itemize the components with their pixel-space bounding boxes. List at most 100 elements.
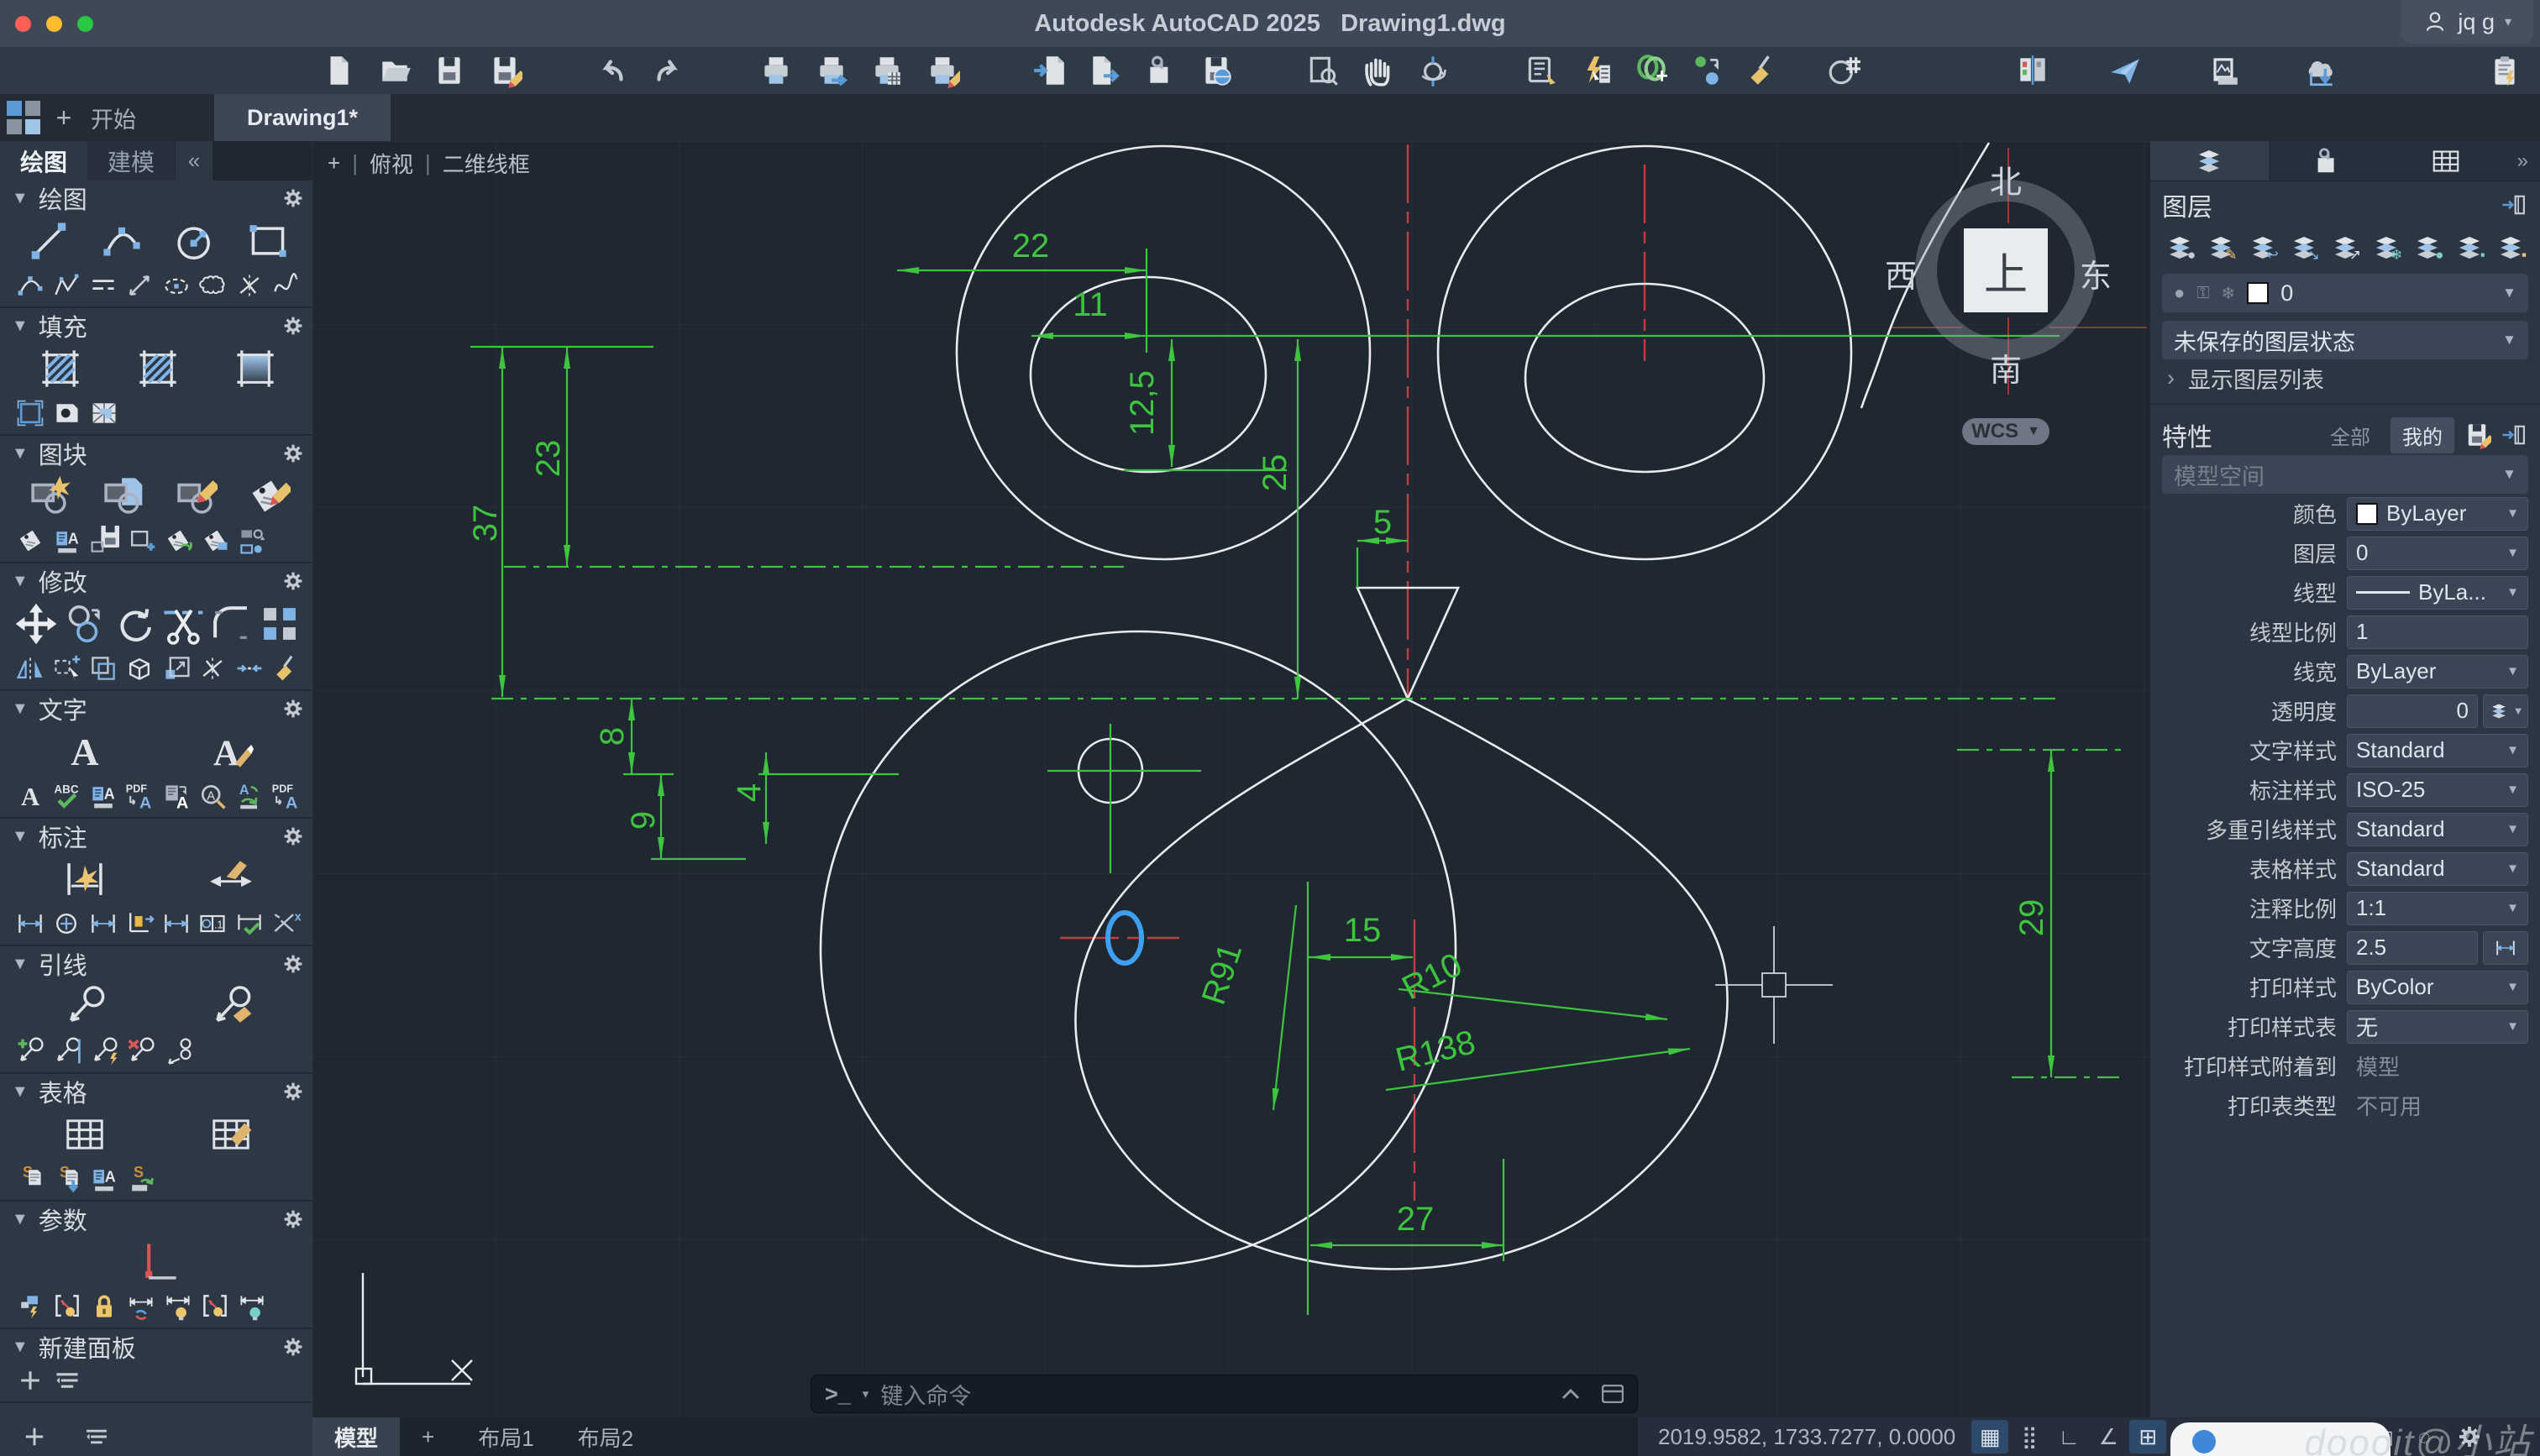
section-settings-gear-icon[interactable] bbox=[282, 443, 304, 464]
section-settings-gear-icon[interactable] bbox=[282, 1081, 304, 1102]
panel-list-tool[interactable] bbox=[49, 1363, 86, 1398]
layout-tab-布局2[interactable]: 布局2 bbox=[556, 1417, 655, 1456]
layer-lock-button[interactable]: ▪ bbox=[2452, 230, 2487, 265]
section-settings-gear-icon[interactable] bbox=[282, 315, 304, 337]
layer-unlock-button[interactable]: ▪ bbox=[2493, 230, 2528, 265]
section-settings-gear-icon[interactable] bbox=[282, 698, 304, 720]
panel-plus-tool[interactable] bbox=[12, 1363, 49, 1398]
spline-tool[interactable] bbox=[268, 268, 305, 303]
filter-all-button[interactable]: 全部 bbox=[2318, 417, 2382, 453]
tab-sheets[interactable] bbox=[2387, 141, 2506, 181]
hide-constraints-tool[interactable] bbox=[197, 1289, 234, 1324]
property-value-打印样式[interactable]: ByColor ▼ bbox=[2347, 970, 2528, 1004]
viewcube-east[interactable]: 东 bbox=[2080, 250, 2112, 296]
section-settings-gear-icon[interactable] bbox=[282, 1208, 304, 1230]
property-value-线型比例[interactable]: 1 bbox=[2347, 615, 2528, 649]
command-panel-icon[interactable] bbox=[1602, 1385, 1624, 1403]
viewcube-south[interactable]: 南 bbox=[1990, 344, 2022, 390]
single-text-tool[interactable] bbox=[12, 778, 49, 814]
section-collapse-caret[interactable]: ▼ bbox=[12, 827, 29, 846]
panel-list-icon[interactable] bbox=[82, 1422, 111, 1451]
transparency-layer-icon[interactable]: ▼ bbox=[2483, 694, 2528, 728]
gradient-tool[interactable] bbox=[207, 342, 304, 395]
table-style-tool[interactable] bbox=[158, 1108, 304, 1161]
tab-layers[interactable] bbox=[2150, 141, 2269, 181]
snapshot-button[interactable] bbox=[2202, 50, 2244, 92]
dim-linear-tool[interactable] bbox=[12, 906, 49, 941]
property-value-透明度[interactable]: 0 bbox=[2347, 694, 2478, 728]
hatch-edit-tool[interactable] bbox=[109, 342, 207, 395]
break-x-tool[interactable] bbox=[195, 651, 232, 686]
sheet-set-button[interactable] bbox=[1824, 50, 1866, 92]
trim-tool[interactable] bbox=[158, 597, 207, 651]
view-cube[interactable]: 上 北 南 西 东 bbox=[1885, 165, 2112, 389]
command-history-caret[interactable]: ▾ bbox=[863, 1386, 869, 1401]
property-value-颜色[interactable]: ByLayer ▼ bbox=[2347, 496, 2528, 531]
arc-elbow-tool[interactable] bbox=[12, 268, 49, 303]
orbit-button[interactable] bbox=[1412, 50, 1454, 92]
block-edit-tool[interactable] bbox=[158, 469, 231, 523]
layer-color-swatch[interactable] bbox=[2247, 282, 2270, 304]
aligned-param-tool[interactable] bbox=[160, 1289, 197, 1324]
layer-previous-button[interactable]: ↩ bbox=[2244, 230, 2280, 265]
layer-isolate-button[interactable]: ↘ bbox=[2286, 230, 2322, 265]
app-menu-icon[interactable] bbox=[7, 101, 40, 134]
dim-break-tool[interactable] bbox=[268, 906, 305, 941]
layout-tab-布局1[interactable]: 布局1 bbox=[456, 1417, 555, 1456]
redo-button[interactable] bbox=[647, 50, 689, 92]
layer-unisolate-button[interactable]: ↗ bbox=[2327, 230, 2363, 265]
dimension-tool[interactable] bbox=[12, 852, 158, 906]
wipeout-tool[interactable] bbox=[86, 395, 123, 431]
tag-tool[interactable] bbox=[12, 523, 49, 558]
line-tool[interactable] bbox=[12, 214, 85, 268]
table-column-tool[interactable] bbox=[86, 1161, 123, 1197]
undo-button[interactable] bbox=[591, 50, 633, 92]
scale-tool[interactable] bbox=[158, 651, 195, 686]
attribute-manage-tool[interactable] bbox=[197, 523, 234, 558]
command-expand-icon[interactable] bbox=[1561, 1387, 1580, 1401]
save-button[interactable] bbox=[428, 50, 470, 92]
dim-style-tool[interactable] bbox=[158, 852, 304, 906]
layer-states-dropdown[interactable]: 未保存的图层状态 ▼ bbox=[2162, 321, 2528, 359]
mtext-tool[interactable] bbox=[12, 725, 158, 778]
layer-off-button[interactable]: ● bbox=[2410, 230, 2445, 265]
section-collapse-caret[interactable]: ▼ bbox=[12, 1210, 29, 1229]
layout-tab-模型[interactable]: 模型 bbox=[312, 1417, 401, 1456]
purge-button[interactable] bbox=[1740, 50, 1782, 92]
panel-pin-icon[interactable] bbox=[2500, 191, 2528, 219]
zoom-window-button[interactable] bbox=[1302, 50, 1344, 92]
new-button[interactable] bbox=[318, 50, 360, 92]
tab-xref[interactable] bbox=[2269, 141, 2387, 181]
ellipse-tool[interactable] bbox=[158, 268, 195, 303]
section-settings-gear-icon[interactable] bbox=[282, 187, 304, 209]
attach-button[interactable] bbox=[1140, 50, 1182, 92]
filter-mine-button[interactable]: 我的 bbox=[2390, 416, 2454, 453]
export-button[interactable] bbox=[1084, 50, 1126, 92]
drawing-compare-button[interactable] bbox=[2012, 50, 2054, 92]
geolocation-button[interactable] bbox=[1630, 50, 1672, 92]
multiline-tool[interactable] bbox=[85, 268, 122, 303]
layer-properties-button[interactable]: ● bbox=[2162, 230, 2197, 265]
viewport-visual-style-control[interactable]: 二维线框 bbox=[443, 148, 530, 179]
property-value-标注样式[interactable]: ISO-25 ▼ bbox=[2347, 773, 2528, 807]
table-tool[interactable] bbox=[12, 1108, 158, 1161]
property-value-文字样式[interactable]: Standard ▼ bbox=[2347, 733, 2528, 767]
leader-style-tool[interactable] bbox=[158, 980, 304, 1034]
property-value-线型[interactable]: ByLa... ▼ bbox=[2347, 575, 2528, 610]
auto-constrain-tool[interactable] bbox=[12, 1289, 49, 1324]
layout-tab-+[interactable]: + bbox=[400, 1417, 456, 1456]
batch-plot-button[interactable] bbox=[866, 50, 908, 92]
command-input-placeholder[interactable]: 键入命令 bbox=[880, 1378, 971, 1411]
tab-drawing1[interactable]: Drawing1* bbox=[214, 94, 391, 141]
boundary-tool[interactable] bbox=[12, 395, 49, 431]
offset-tool[interactable] bbox=[85, 651, 122, 686]
section-settings-gear-icon[interactable] bbox=[282, 953, 304, 975]
leader-collect-tool[interactable] bbox=[160, 1034, 197, 1069]
layer-edit-button[interactable]: ✎ bbox=[2203, 230, 2238, 265]
leader-add-tool[interactable] bbox=[12, 1034, 49, 1069]
ortho-toggle[interactable]: ∟ bbox=[2050, 1420, 2087, 1453]
point-style-button[interactable] bbox=[1686, 50, 1728, 92]
center-mark-tool[interactable] bbox=[49, 906, 86, 941]
page-setup-button[interactable] bbox=[921, 50, 963, 92]
import-button[interactable] bbox=[1029, 50, 1071, 92]
